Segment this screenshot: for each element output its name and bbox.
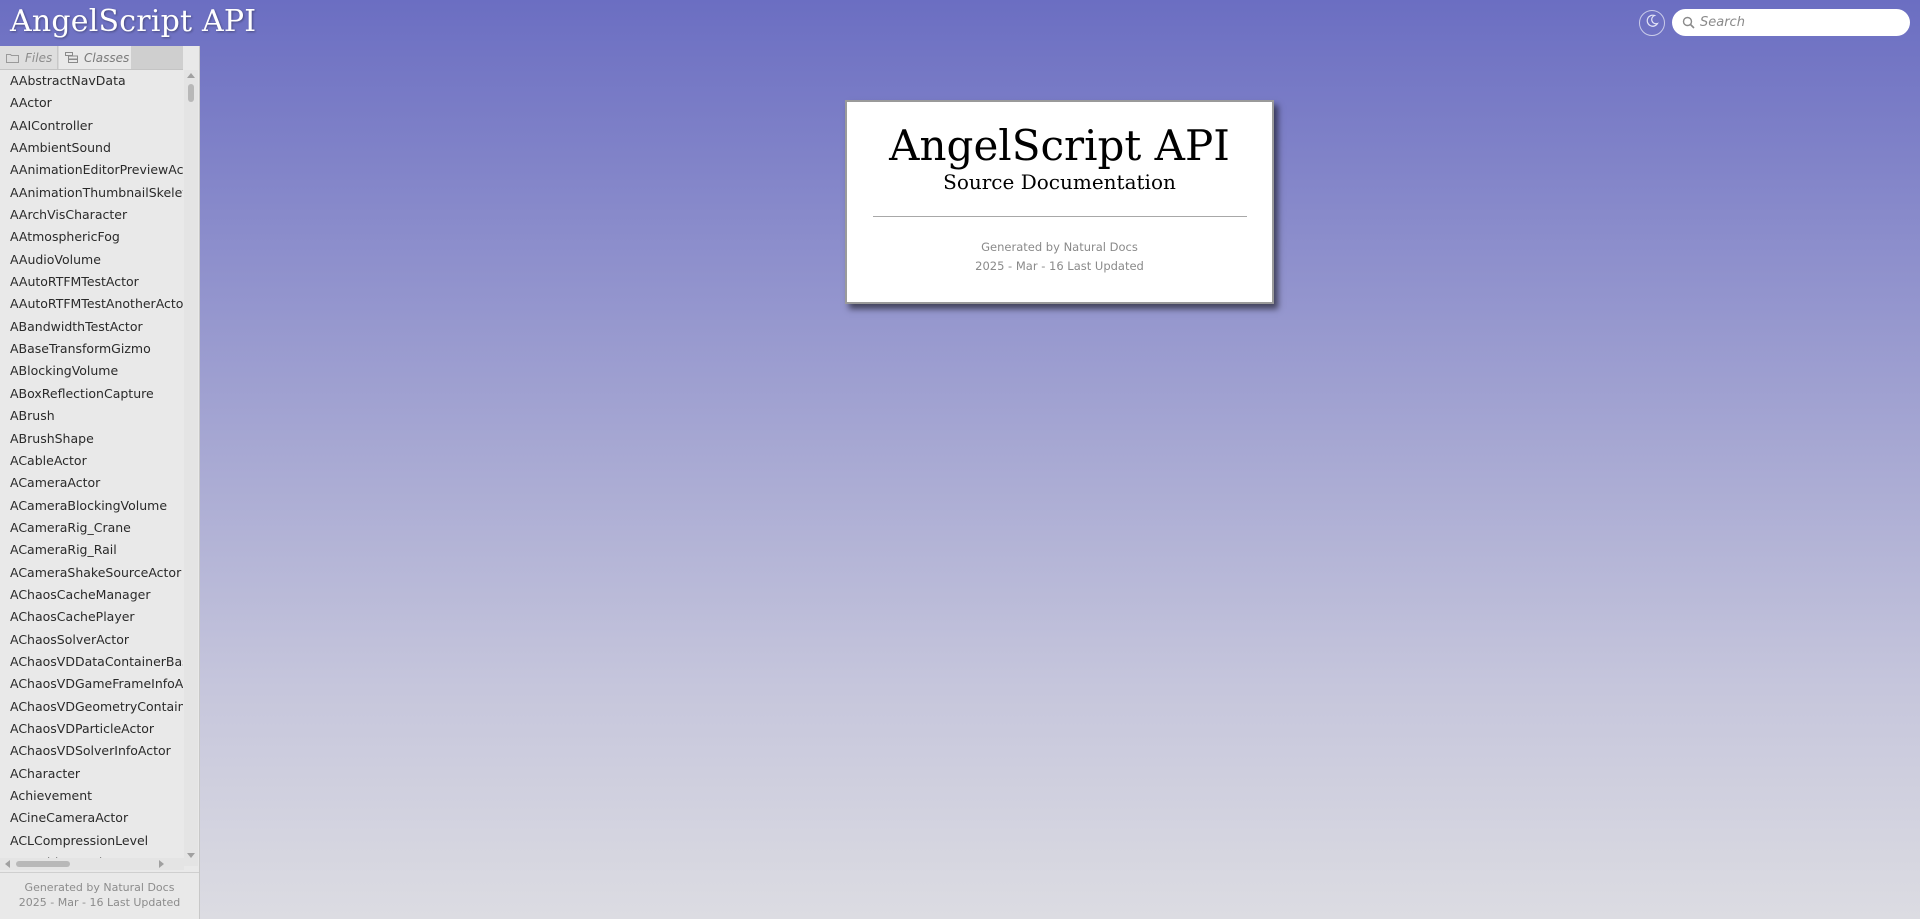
tab-classes[interactable]: Classes [59,46,131,69]
class-list-item[interactable]: AAutoRTFMTestActor [0,271,183,293]
class-list-item[interactable]: Achievement [0,785,183,807]
class-list-item[interactable]: ACLCompressionLevel [0,830,183,852]
scroll-up-arrow-icon[interactable] [187,73,195,78]
class-list-item[interactable]: AAmbientSound [0,137,183,159]
card-divider [872,216,1247,217]
class-list-item[interactable]: AAnimationThumbnailSkeletalMeshActor [0,182,183,204]
tab-files-label: Files [25,50,53,65]
class-list-item[interactable]: AArchVisCharacter [0,204,183,226]
tab-files[interactable]: Files [0,46,58,69]
class-list-item[interactable]: ACharacter [0,763,183,785]
class-list-item[interactable]: ABrush [0,405,183,427]
search-input[interactable] [1700,15,1900,30]
class-list-item[interactable]: AChaosSolverActor [0,629,183,651]
scrollbar-thumb[interactable] [188,84,194,102]
search-box[interactable] [1672,9,1910,36]
folder-icon [6,53,19,63]
footer-updated: 2025 - Mar - 16 Last Updated [18,896,181,909]
class-list-item[interactable]: AChaosCachePlayer [0,606,183,628]
class-list-item[interactable]: AAutoRTFMTestAnotherActor [0,293,183,315]
sidebar: Files Classes AAbstractNavData AActor AAIC… [0,46,200,919]
class-list-item[interactable]: ABoxReflectionCapture [0,383,183,405]
class-list-item[interactable]: ACameraActor [0,472,183,494]
search-icon [1680,15,1696,31]
header: AngelScript API [0,0,1920,46]
card-updated: 2025 - Mar - 16 Last Updated [975,259,1144,273]
class-list-item[interactable]: ACameraBlockingVolume [0,495,183,517]
vertical-scrollbar[interactable] [184,70,198,866]
scroll-right-arrow-icon[interactable] [159,860,164,868]
class-list-item[interactable]: AChaosVDGeometryContainer [0,696,183,718]
class-list-item[interactable]: AChaosVDGameFrameInfoActor [0,673,183,695]
class-list-item[interactable]: ACameraRig_Rail [0,539,183,561]
class-list-item[interactable]: ACineCameraActor [0,807,183,829]
theme-toggle-button[interactable] [1639,10,1665,36]
class-list-item[interactable]: AChaosVDSolverInfoActor [0,740,183,762]
class-list-item[interactable]: ABandwidthTestActor [0,316,183,338]
class-list-item[interactable]: AChaosVDParticleActor [0,718,183,740]
scrollbar-thumb-horizontal[interactable] [16,861,70,867]
class-list-item[interactable]: AActor [0,92,183,114]
tab-classes-label: Classes [84,50,130,65]
class-list: AAbstractNavData AActor AAIController AAmbi… [0,70,183,866]
class-list-item[interactable]: ACameraShakeSourceActor [0,562,183,584]
horizontal-scrollbar[interactable] [0,858,184,870]
class-list-item[interactable]: AChaosVDDataContainerBaseActor [0,651,183,673]
card-title: AngelScript API [889,121,1230,170]
scroll-down-arrow-icon[interactable] [187,853,195,858]
class-list-item[interactable]: ACameraRig_Crane [0,517,183,539]
class-list-item[interactable]: ABaseTransformGizmo [0,338,183,360]
card-generated: Generated by Natural Docs [981,240,1138,254]
menu-tabs: Files Classes [0,46,183,70]
class-list-item[interactable]: ABlockingVolume [0,360,183,382]
class-list-item[interactable]: ABrushShape [0,428,183,450]
class-list-item[interactable]: AAnimationEditorPreviewActor [0,159,183,181]
moon-icon [1645,14,1659,32]
project-title[interactable]: AngelScript API [10,4,256,39]
class-list-item[interactable]: AChaosCacheManager [0,584,183,606]
class-list-item[interactable]: AAIController [0,115,183,137]
card-subtitle: Source Documentation [943,170,1176,194]
class-list-item[interactable]: ACableActor [0,450,183,472]
title-card: AngelScript API Source Documentation Gen… [845,100,1274,304]
scroll-left-arrow-icon[interactable] [5,860,10,868]
class-list-item[interactable]: AAbstractNavData [0,70,183,92]
class-list-item[interactable]: AAudioVolume [0,249,183,271]
sidebar-footer: Generated by Natural Docs 2025 - Mar - 1… [0,872,199,919]
footer-generated: Generated by Natural Docs [24,881,175,894]
class-list-item[interactable]: AAtmosphericFog [0,226,183,248]
class-hierarchy-icon [65,52,78,63]
tab-empty [131,46,183,69]
